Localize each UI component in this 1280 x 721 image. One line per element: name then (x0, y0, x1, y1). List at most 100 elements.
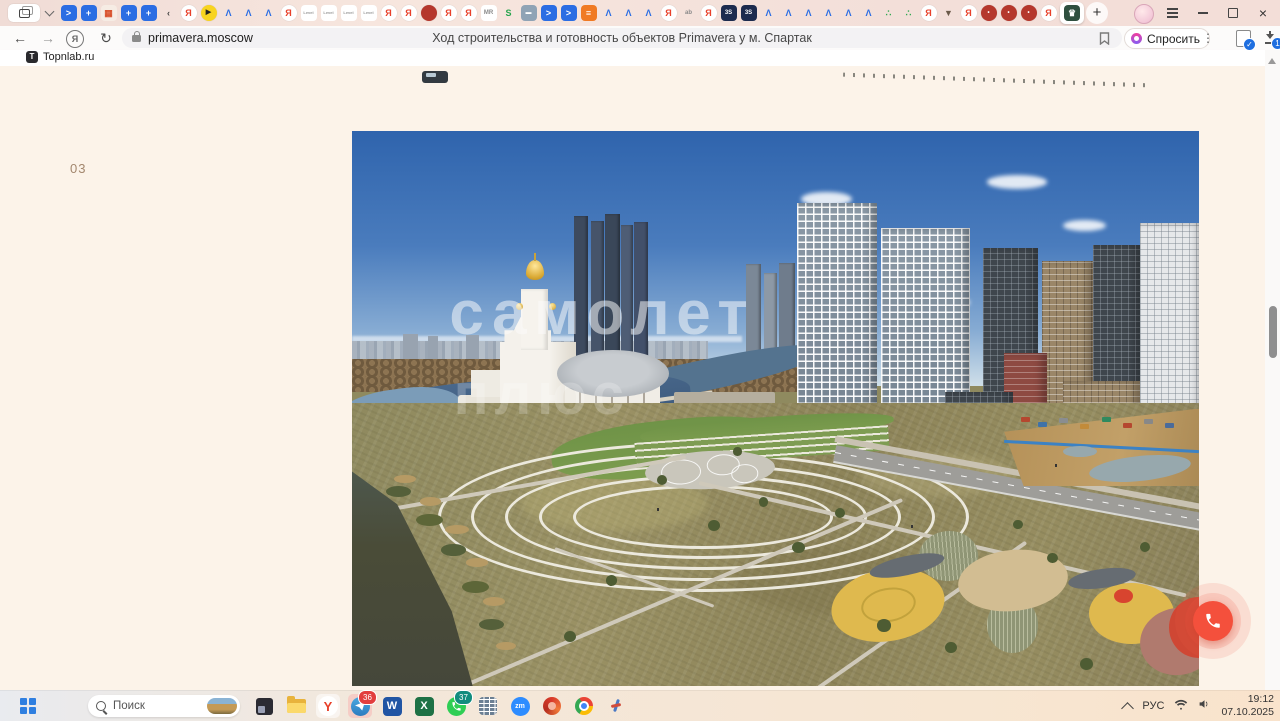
yandex-tab[interactable]: Я (660, 2, 677, 24)
red-dot-tab[interactable] (420, 2, 437, 24)
a-logo-tab[interactable]: Λ (760, 2, 777, 24)
minimize-button[interactable] (1189, 0, 1217, 26)
clock[interactable]: 19:12 07.10.2025 (1221, 693, 1274, 718)
scrollbar-up-icon[interactable] (1268, 58, 1276, 64)
yandex-browser-button[interactable]: Y (316, 694, 340, 718)
yandex-tab[interactable]: Я (440, 2, 457, 24)
excel-button[interactable]: X (412, 694, 436, 718)
whatsapp-badge: 37 (454, 690, 473, 705)
callback-button[interactable] (1193, 601, 1233, 641)
file-explorer-button[interactable] (284, 694, 308, 718)
hidden-icons-chevron[interactable] (1121, 701, 1135, 715)
utility-tool-button[interactable] (604, 694, 628, 718)
yandex-tab[interactable]: Я (400, 2, 417, 24)
orange-menu-tab[interactable]: ≡ (580, 2, 597, 24)
kebab-menu-icon[interactable]: ⋮ (1200, 30, 1216, 46)
blue-arrow-tab[interactable]: > (560, 2, 577, 24)
tab-list-button[interactable] (8, 4, 40, 22)
bookmark-flag-icon[interactable] (1099, 32, 1110, 50)
gray-card-tab[interactable]: ▬ (520, 2, 537, 24)
new-tab-button[interactable]: + (1086, 2, 1108, 24)
yandex-tab[interactable]: Я (700, 2, 717, 24)
whatsapp-button[interactable]: 37 (444, 690, 473, 718)
phone-icon (1206, 613, 1220, 628)
a-logo-tab[interactable]: Λ (640, 2, 657, 24)
red-badge-tab[interactable]: • (1000, 2, 1017, 24)
forward-icon[interactable]: → (36, 26, 60, 50)
chevron-logo-favicon-icon: ‹ (167, 8, 170, 18)
scrollbar-track[interactable] (1265, 50, 1280, 690)
yandex-services-icon[interactable]: Я (66, 30, 84, 48)
wifi-icon[interactable] (1174, 697, 1188, 715)
yandex-tab[interactable]: Я (280, 2, 297, 24)
taskbar-search[interactable]: Поиск (88, 695, 240, 717)
scrollbar-thumb[interactable] (1269, 306, 1277, 358)
red-badge-tab[interactable]: • (980, 2, 997, 24)
back-icon[interactable]: ← (8, 26, 32, 50)
a-logo-tab[interactable]: Λ (820, 2, 837, 24)
volume-icon[interactable] (1198, 697, 1211, 715)
level-tab[interactable]: Level (360, 2, 377, 24)
blue-plus-favicon-icon: + (140, 5, 157, 21)
close-button[interactable]: × (1249, 0, 1277, 26)
a-logo-tab[interactable]: Λ (840, 2, 857, 24)
level-tab[interactable]: Level (320, 2, 337, 24)
downloads-icon[interactable]: 1 (1264, 31, 1280, 50)
calculator-tab[interactable]: ▦ (100, 2, 117, 24)
word-button[interactable]: W (380, 694, 404, 718)
a-logo-tab[interactable]: Λ (600, 2, 617, 24)
browser-red-button[interactable] (540, 694, 564, 718)
mr-tab[interactable]: MR (480, 2, 497, 24)
a-logo-tab[interactable]: Λ (860, 2, 877, 24)
telegram-button[interactable]: 36 (348, 690, 377, 718)
primavera-tab[interactable]: ♛ (1060, 2, 1084, 24)
a-logo-tab[interactable]: Λ (240, 2, 257, 24)
blue-plus-tab[interactable]: + (80, 2, 97, 24)
a-logo-tab[interactable]: Λ (620, 2, 637, 24)
bookmark-item[interactable]: T Topnlab.ru (26, 51, 94, 63)
a-logo-tab[interactable]: Λ (780, 2, 797, 24)
a-logo-tab[interactable]: Λ (800, 2, 817, 24)
yandex-tab[interactable]: Я (180, 2, 197, 24)
tab-chevron-down-icon[interactable] (44, 6, 55, 17)
ask-alice-button[interactable]: Спросить (1124, 28, 1210, 49)
a-logo-tab[interactable]: Λ (260, 2, 277, 24)
yandex-tab[interactable]: Я (920, 2, 937, 24)
yandex-tab[interactable]: Я (380, 2, 397, 24)
chrome-button[interactable] (572, 694, 596, 718)
blue-arrow-tab[interactable]: > (540, 2, 557, 24)
chevron-logo-tab[interactable]: ‹ (160, 2, 177, 24)
level-tab[interactable]: Level (340, 2, 357, 24)
blue-arrow-favicon-icon: > (560, 5, 577, 21)
url-text[interactable]: primavera.moscow (148, 31, 253, 45)
menu-icon[interactable] (1158, 0, 1186, 26)
calculator-button[interactable] (476, 694, 500, 718)
3s-tab[interactable]: 3S (740, 2, 757, 24)
zoom-button[interactable]: zm (508, 694, 532, 718)
restore-button[interactable] (1219, 0, 1247, 26)
address-bar[interactable]: primavera.moscow Ход строительства и гот… (122, 28, 1122, 48)
ab-logo-tab[interactable]: ab (680, 2, 697, 24)
play-tab[interactable]: ▶ (200, 2, 217, 24)
blue-plus-tab[interactable]: + (140, 2, 157, 24)
red-badge-tab[interactable]: • (1020, 2, 1037, 24)
language-indicator[interactable]: РУС (1142, 700, 1164, 712)
blue-plus-tab[interactable]: + (120, 2, 137, 24)
dots-tab[interactable]: ∴ (900, 2, 917, 24)
level-tab[interactable]: Level (300, 2, 317, 24)
reload-icon[interactable]: ↻ (94, 26, 118, 50)
funnel-tab[interactable]: ▼ (940, 2, 957, 24)
extension-icon[interactable]: ✓ (1236, 30, 1256, 51)
green-s-tab[interactable]: S (500, 2, 517, 24)
a-logo-tab[interactable]: Λ (220, 2, 237, 24)
blue-arrow-tab[interactable]: > (60, 2, 77, 24)
start-button[interactable] (16, 694, 40, 718)
yandex-tab[interactable]: Я (960, 2, 977, 24)
3s-tab[interactable]: 3S (720, 2, 737, 24)
search-highlight-thumbnail[interactable] (207, 698, 237, 714)
profile-avatar[interactable] (1134, 4, 1154, 24)
yandex-tab[interactable]: Я (460, 2, 477, 24)
task-view-button[interactable] (252, 694, 276, 718)
dots-tab[interactable]: ∴ (880, 2, 897, 24)
yandex-tab[interactable]: Я (1040, 2, 1057, 24)
